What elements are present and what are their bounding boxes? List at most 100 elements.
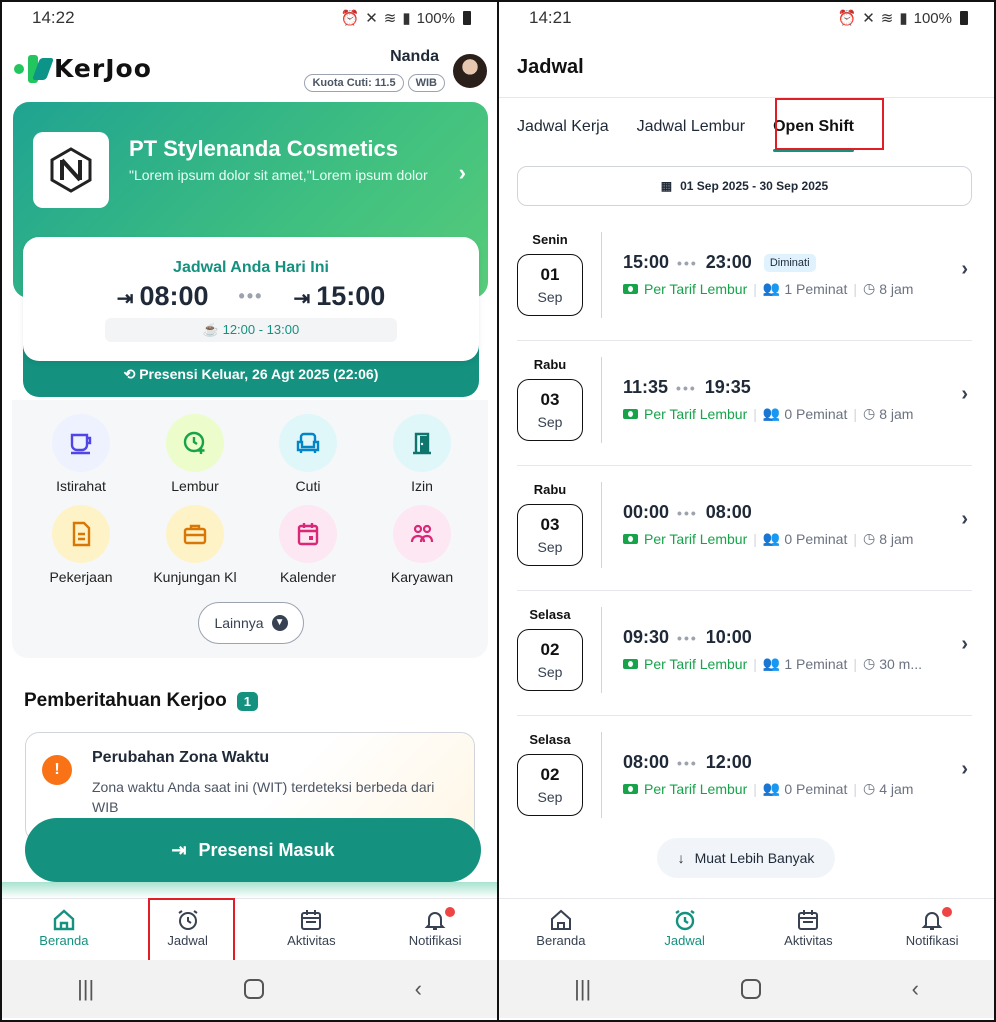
menu-lembur[interactable]: Lembur [140, 414, 250, 494]
notifications-count-badge: 1 [236, 691, 258, 711]
home-icon [2, 907, 126, 933]
shift-rate: Per Tarif Lembur [644, 655, 748, 672]
status-time: 14:21 [529, 8, 572, 27]
shift-start: 00:00 [623, 502, 670, 522]
menu-label: Cuti [295, 478, 321, 494]
company-logo [33, 132, 109, 208]
load-more-label: Muat Lebih Banyak [694, 850, 815, 866]
timezone-chip: WIB [407, 74, 445, 92]
list-item[interactable]: Rabu 03 Sep 00:00 ••• 08:00 Per Tarif Le… [517, 466, 972, 591]
signal-icon: ▮ [899, 10, 908, 27]
date-range-text: 01 Sep 2025 - 30 Sep 2025 [680, 179, 829, 193]
list-item[interactable]: Rabu 03 Sep 11:35 ••• 19:35 Per Tarif Le… [517, 341, 972, 466]
mute-icon: ✕ [365, 10, 378, 27]
shift-list: Senin 01 Sep 15:00 ••• 23:00 Diminati Pe… [499, 216, 994, 841]
shift-rate: Per Tarif Lembur [644, 280, 748, 297]
leave-quota-chip: Kuota Cuti: 11.5 [304, 74, 404, 92]
company-name: PT Stylenanda Cosmetics [129, 136, 398, 161]
nav-notifikasi[interactable]: Notifikasi [870, 899, 994, 960]
chevron-right-icon[interactable]: › [961, 383, 968, 406]
shift-day: Rabu [533, 357, 567, 372]
cash-icon [623, 783, 638, 794]
chevron-right-icon[interactable]: › [459, 160, 466, 186]
list-item[interactable]: Senin 01 Sep 15:00 ••• 23:00 Diminati Pe… [517, 216, 972, 341]
home-button-icon[interactable] [741, 979, 762, 999]
chevron-right-icon[interactable]: › [961, 758, 968, 781]
home-button-icon[interactable] [244, 979, 265, 999]
dots-icon: ••• [238, 286, 264, 306]
nav-notifikasi[interactable]: Notifikasi [373, 899, 497, 960]
shift-interested: 0 Peminat [784, 405, 848, 422]
door-icon [393, 414, 451, 472]
nav-beranda[interactable]: Beranda [499, 899, 623, 960]
avatar[interactable] [451, 52, 489, 90]
list-item[interactable]: Selasa 02 Sep 08:00 ••• 12:00 Per Tarif … [517, 716, 972, 841]
menu-izin[interactable]: Izin [367, 414, 477, 494]
today-schedule-title: Jadwal Anda Hari Ini [173, 259, 329, 276]
divider [601, 482, 602, 568]
cash-icon [623, 283, 638, 294]
shift-interested: 0 Peminat [784, 530, 848, 547]
shift-time: 15:00 ••• 23:00 Diminati [623, 252, 816, 273]
break-time-text: 12:00 - 13:00 [222, 322, 300, 337]
shift-month: Sep [537, 539, 563, 555]
nav-jadwal[interactable]: Jadwal [623, 899, 747, 960]
nav-aktivitas[interactable]: Aktivitas [747, 899, 871, 960]
highlight-open-shift-tab [775, 98, 884, 150]
last-attendance-text: Presensi Keluar, 26 Agt 2025 (22:06) [139, 366, 379, 382]
list-item[interactable]: Selasa 02 Sep 09:30 ••• 10:00 Per Tarif … [517, 591, 972, 716]
company-description: "Lorem ipsum dolor sit amet,"Lorem ipsum… [129, 167, 428, 183]
menu-istirahat[interactable]: Istirahat [26, 414, 136, 494]
shift-rate: Per Tarif Lembur [644, 405, 748, 422]
chevron-right-icon[interactable]: › [961, 508, 968, 531]
home-icon [499, 907, 623, 933]
shift-month: Sep [537, 289, 563, 305]
dots-icon: ••• [677, 504, 698, 521]
bottom-nav: Beranda Jadwal Aktivitas Notifikasi [499, 898, 994, 960]
load-more-button[interactable]: ↓ Muat Lebih Banyak [657, 838, 835, 878]
shift-duration: 8 jam [879, 530, 914, 547]
dots-icon: ••• [677, 629, 698, 646]
notification-title: Perubahan Zona Waktu [92, 749, 270, 766]
menu-kunjungan[interactable]: Kunjungan Kl [140, 505, 250, 585]
status-bar: 14:21 ⏰ ✕ ≋ ▮ 100% [499, 2, 994, 34]
tab-jadwal-kerja[interactable]: Jadwal Kerja [517, 114, 609, 140]
shift-month: Sep [537, 664, 563, 680]
tab-jadwal-lembur[interactable]: Jadwal Lembur [637, 114, 746, 140]
status-bar: 14:22 ⏰ ✕ ≋ ▮ 100% [2, 2, 497, 34]
armchair-icon [279, 414, 337, 472]
menu-label: Kunjungan Kl [153, 569, 237, 585]
date-range-picker[interactable]: ▦ 01 Sep 2025 - 30 Sep 2025 [517, 166, 972, 206]
shift-duration: 4 jam [879, 780, 914, 797]
menu-label: Lembur [171, 478, 219, 494]
schedule-start: 08:00 [139, 281, 209, 311]
back-icon[interactable]: ‹ [912, 976, 919, 1002]
status-icons: ⏰ ✕ ≋ ▮ 100% [341, 9, 471, 27]
menu-karyawan[interactable]: Karyawan [367, 505, 477, 585]
nav-aktivitas[interactable]: Aktivitas [250, 899, 374, 960]
chevron-right-icon[interactable]: › [961, 258, 968, 281]
nav-label: Beranda [536, 933, 586, 948]
recent-apps-icon[interactable]: ||| [574, 976, 591, 1002]
recent-apps-icon[interactable]: ||| [77, 976, 94, 1002]
menu-pekerjaan[interactable]: Pekerjaan [26, 505, 136, 585]
nav-beranda[interactable]: Beranda [2, 899, 126, 960]
shift-month: Sep [537, 414, 563, 430]
login-icon: ⇥ [116, 288, 134, 310]
shift-rate: Per Tarif Lembur [644, 780, 748, 797]
more-button[interactable]: Lainnya ▼ [198, 602, 304, 644]
back-icon[interactable]: ‹ [415, 976, 422, 1002]
menu-cuti[interactable]: Cuti [253, 414, 363, 494]
shift-meta: Per Tarif Lembur | 👥 1 Peminat | ◷ 30 m... [623, 655, 922, 672]
shift-date-box: 01 Sep [517, 254, 583, 316]
shift-day: Rabu [533, 482, 567, 497]
divider [601, 732, 602, 818]
people-icon: 👥 [762, 655, 781, 671]
chevron-right-icon[interactable]: › [961, 633, 968, 656]
bottom-nav: Beranda Jadwal Aktivitas Notifikasi [2, 898, 497, 960]
shift-end: 19:35 [704, 377, 751, 397]
app-header: KerJoo Nanda Kuota Cuti: 11.5 WIB [2, 34, 497, 104]
check-in-button[interactable]: ⇥ Presensi Masuk [25, 818, 481, 882]
menu-kalender[interactable]: Kalender [253, 505, 363, 585]
logo-k-icon [28, 54, 50, 83]
